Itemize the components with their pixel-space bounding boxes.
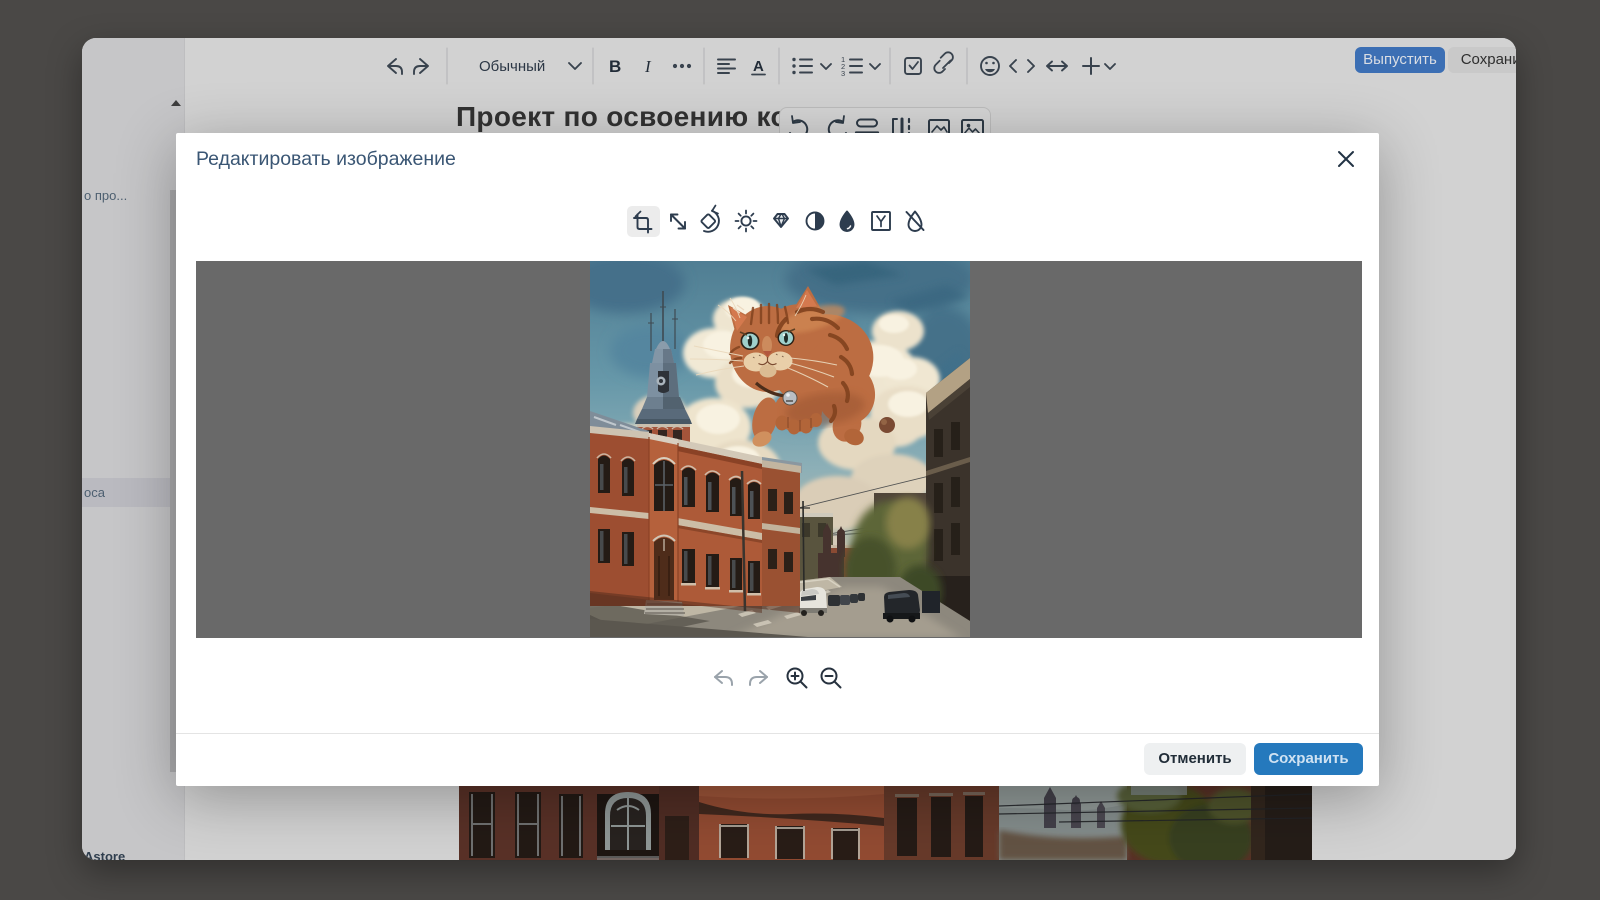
svg-text:Обычный: Обычный bbox=[479, 58, 545, 75]
svg-text:A: A bbox=[753, 58, 764, 75]
svg-text:B: B bbox=[609, 57, 621, 76]
svg-text:I: I bbox=[644, 57, 652, 76]
svg-text:3: 3 bbox=[841, 69, 845, 78]
